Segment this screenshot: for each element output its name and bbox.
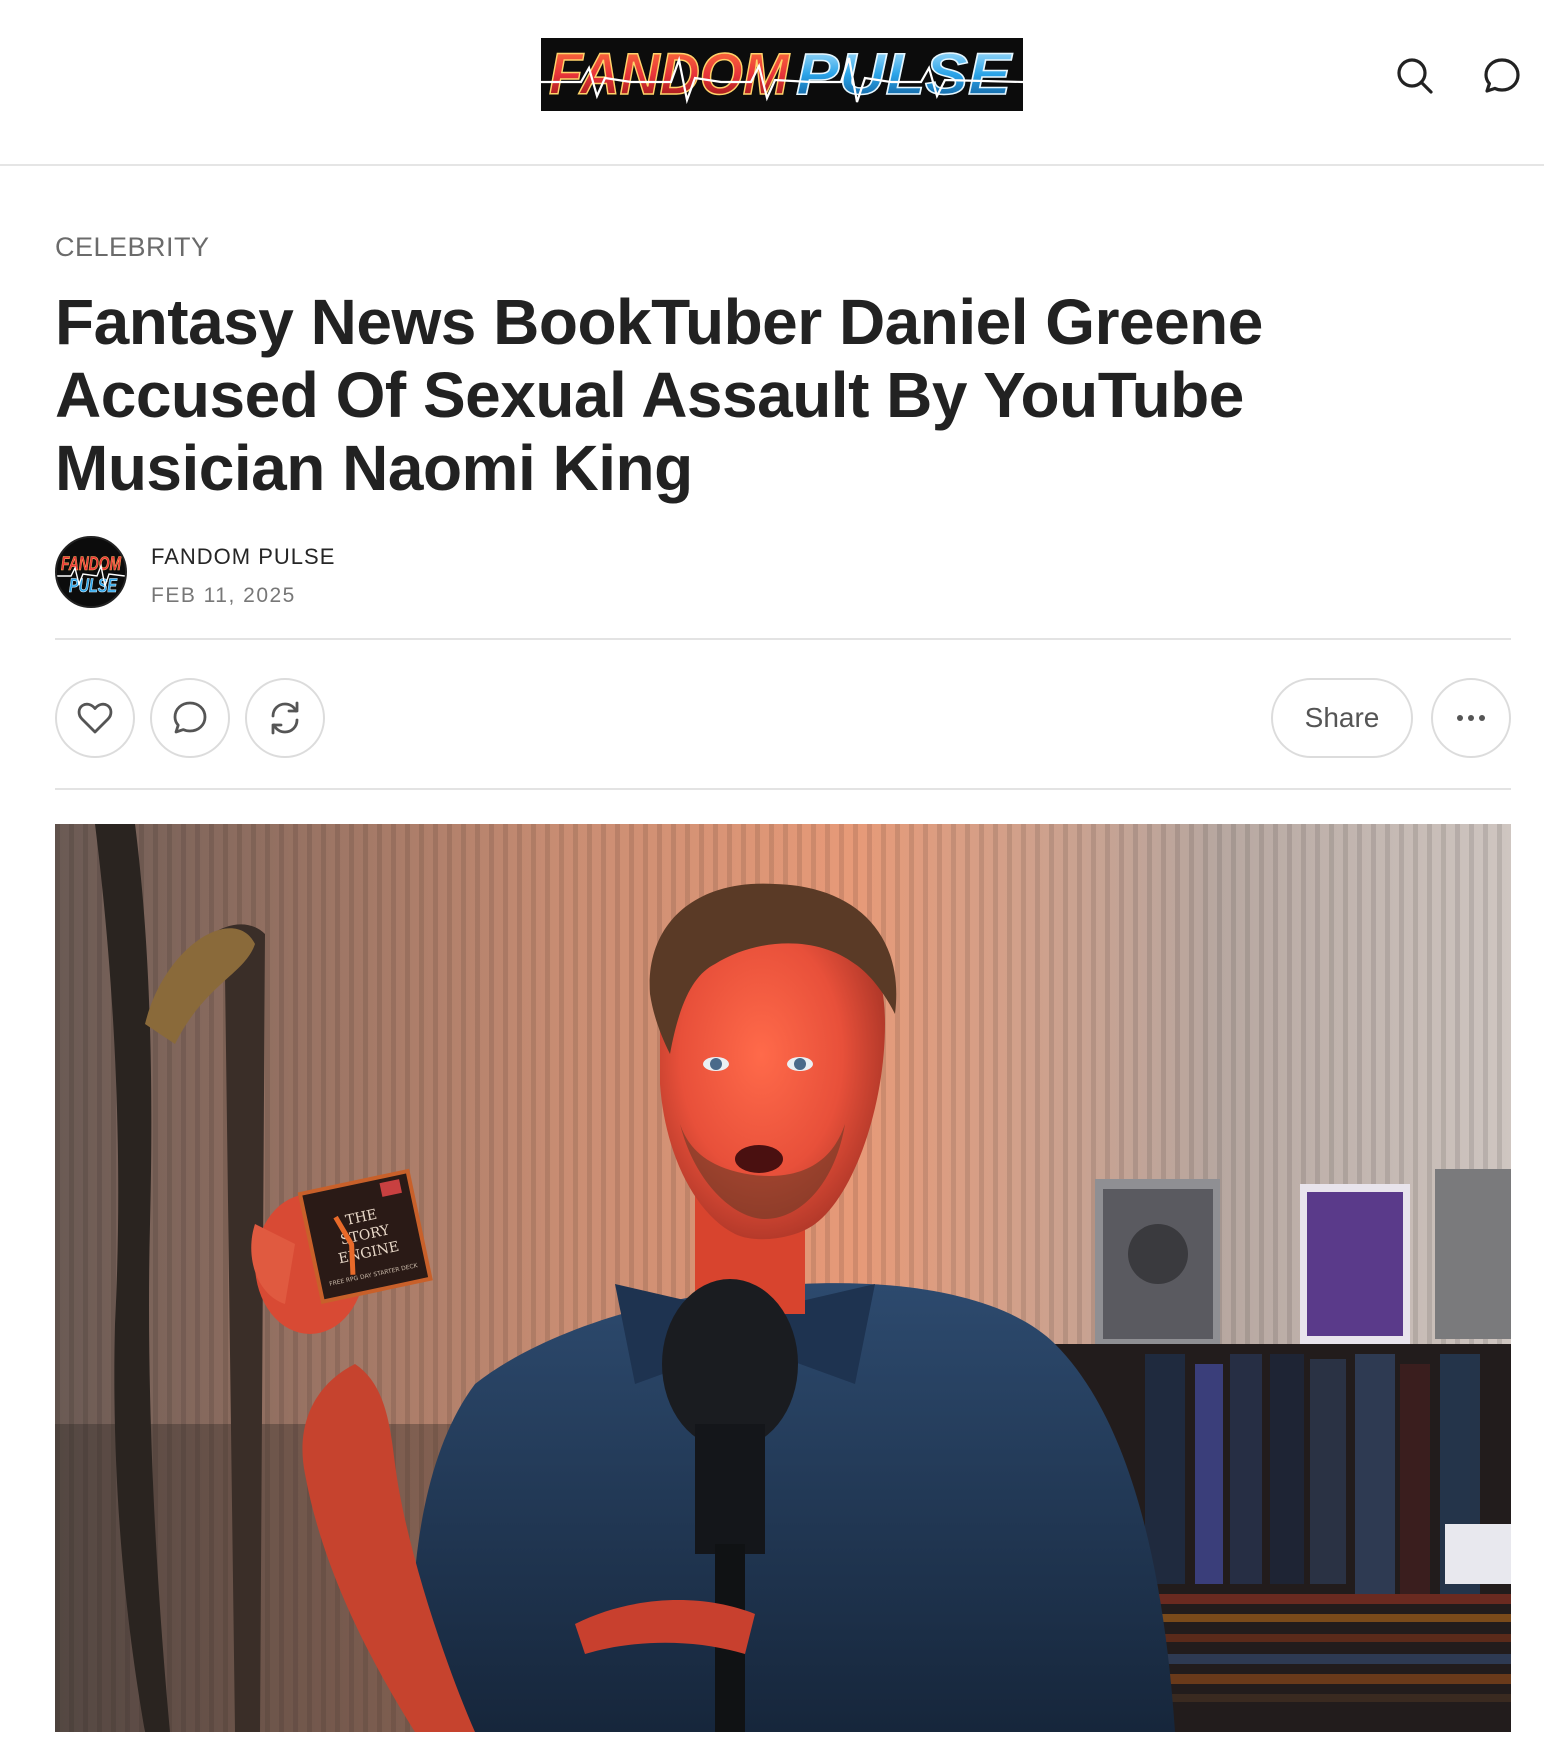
- comment-button[interactable]: [150, 678, 230, 758]
- comment-icon: [173, 701, 207, 734]
- divider-bottom: [55, 788, 1511, 790]
- logo-text-pulse: PULSE: [796, 42, 1014, 107]
- top-navigation-bar: FANDOM PULSE: [0, 0, 1544, 166]
- restack-button[interactable]: [245, 678, 325, 758]
- heart-icon: [77, 702, 113, 734]
- article-title: Fantasy News BookTuber Daniel Greene Acc…: [55, 286, 1263, 504]
- like-button[interactable]: [55, 678, 135, 758]
- article-category[interactable]: CELEBRITY: [55, 232, 210, 263]
- avatar-text-fandom: FANDOM: [61, 554, 122, 575]
- publish-date: FEB 11, 2025: [151, 584, 296, 607]
- hero-image[interactable]: THE STORY ENGINE FREE RPG DAY STARTER DE…: [55, 824, 1511, 1732]
- author-avatar[interactable]: FANDOM PULSE: [55, 536, 127, 608]
- author-name[interactable]: FANDOM PULSE: [151, 544, 335, 570]
- divider-top: [55, 638, 1511, 640]
- share-button[interactable]: Share: [1271, 678, 1413, 758]
- byline: FANDOM PULSE FANDOM PULSE FEB 11, 2025: [55, 536, 655, 610]
- more-options-button[interactable]: [1431, 678, 1511, 758]
- more-icon: [1457, 715, 1485, 721]
- avatar-text-pulse: PULSE: [69, 576, 118, 597]
- restack-icon: [271, 701, 299, 735]
- comment-icon[interactable]: [1478, 52, 1526, 100]
- search-icon[interactable]: [1391, 52, 1439, 100]
- site-logo[interactable]: FANDOM PULSE: [541, 38, 1023, 111]
